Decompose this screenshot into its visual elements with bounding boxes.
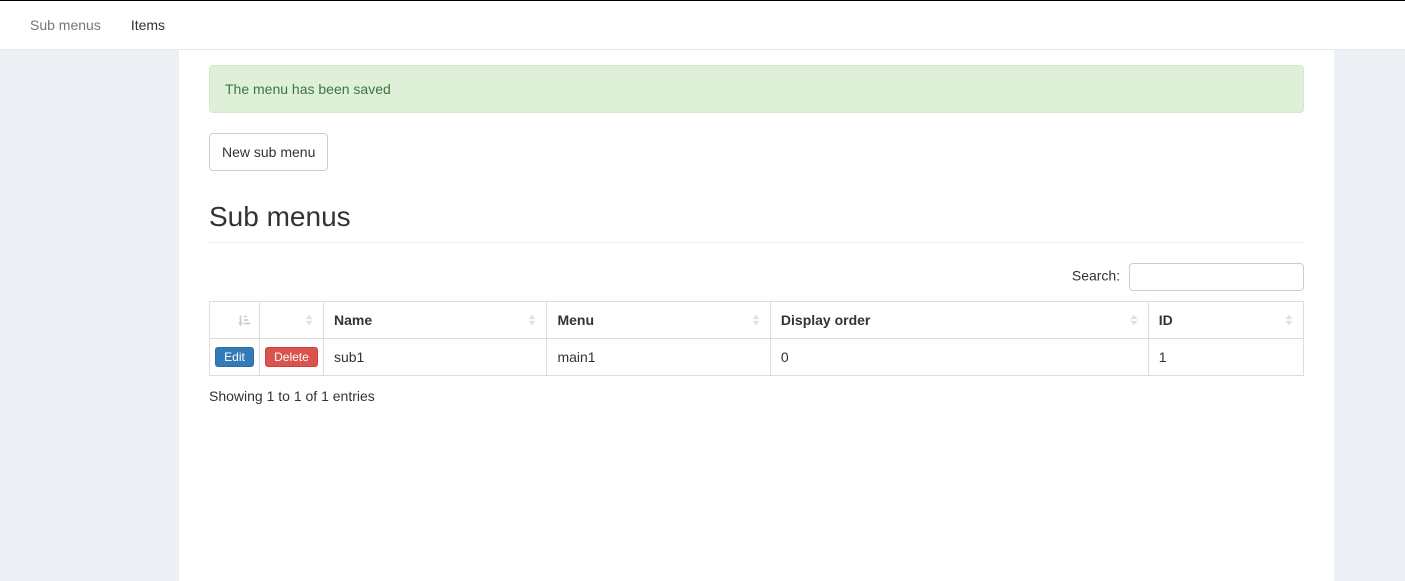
cell-name: sub1 xyxy=(323,339,546,376)
col-header-id[interactable]: ID xyxy=(1148,302,1303,339)
delete-button[interactable]: Delete xyxy=(265,347,318,367)
cell-id: 1 xyxy=(1148,339,1303,376)
sort-icon xyxy=(1128,313,1140,327)
alert-success: The menu has been saved xyxy=(209,65,1304,113)
sort-icon xyxy=(750,313,762,327)
main-panel: The menu has been saved New sub menu Sub… xyxy=(179,50,1334,581)
search-wrap: Search: xyxy=(209,263,1304,291)
cell-delete: Delete xyxy=(259,339,323,376)
search-input[interactable] xyxy=(1129,263,1304,291)
alert-message: The menu has been saved xyxy=(225,81,391,97)
sort-asc-icon xyxy=(237,313,251,327)
col-header-display-order-label: Display order xyxy=(781,312,870,328)
edit-button[interactable]: Edit xyxy=(215,347,254,367)
cell-menu: main1 xyxy=(547,339,770,376)
top-nav: Sub menus Items xyxy=(0,0,1405,50)
col-header-name[interactable]: Name xyxy=(323,302,546,339)
table-header-row: Name Menu Display order xyxy=(210,302,1304,339)
sidebar-spacer xyxy=(0,50,179,581)
table-info: Showing 1 to 1 of 1 entries xyxy=(209,388,1304,404)
page-title: Sub menus xyxy=(209,201,1304,243)
col-header-edit[interactable] xyxy=(210,302,260,339)
col-header-menu-label: Menu xyxy=(557,312,594,328)
content-wrapper: The menu has been saved New sub menu Sub… xyxy=(0,50,1405,581)
sort-icon xyxy=(303,313,315,327)
col-header-id-label: ID xyxy=(1159,312,1173,328)
col-header-delete[interactable] xyxy=(259,302,323,339)
nav-tab-items[interactable]: Items xyxy=(116,2,180,48)
col-header-name-label: Name xyxy=(334,312,372,328)
sort-icon xyxy=(526,313,538,327)
new-sub-menu-button[interactable]: New sub menu xyxy=(209,133,328,171)
col-header-display-order[interactable]: Display order xyxy=(770,302,1148,339)
sort-icon xyxy=(1283,313,1295,327)
nav-tab-sub-menus[interactable]: Sub menus xyxy=(15,2,116,48)
search-label: Search: xyxy=(1072,268,1120,284)
sub-menus-table: Name Menu Display order xyxy=(209,301,1304,376)
col-header-menu[interactable]: Menu xyxy=(547,302,770,339)
table-row: Edit Delete sub1 main1 0 1 xyxy=(210,339,1304,376)
cell-display-order: 0 xyxy=(770,339,1148,376)
cell-edit: Edit xyxy=(210,339,260,376)
